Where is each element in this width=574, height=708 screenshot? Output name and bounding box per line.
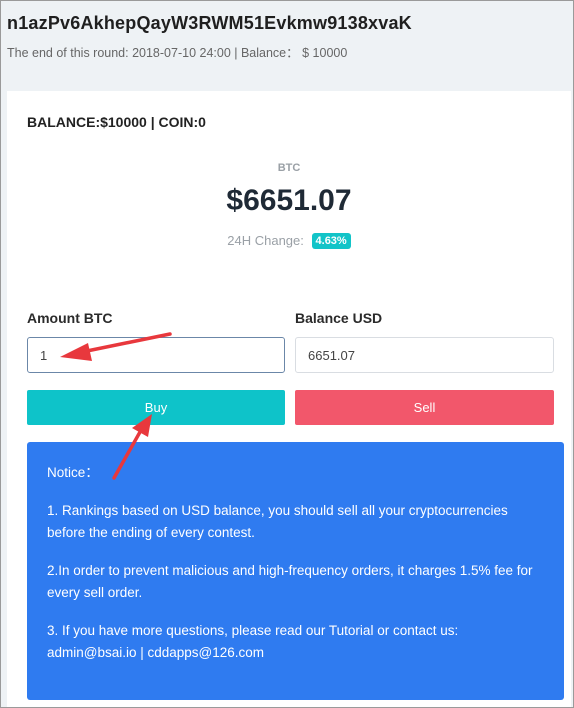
change-label: 24H Change:: [227, 233, 304, 248]
balance-label: Balance USD: [295, 310, 383, 326]
amount-label: Amount BTC: [27, 310, 113, 326]
coin-symbol: BTC: [277, 162, 301, 174]
notice-panel: Notice： 1. Rankings based on USD balance…: [27, 442, 564, 700]
notice-item: 2.In order to prevent malicious and high…: [47, 563, 533, 600]
change-row: 24H Change: 4.63%: [7, 233, 571, 249]
coin-price: $6651.07: [226, 184, 352, 217]
window-frame: n1azPv6AkhepQayW3RWM51Evkmw9138xvaK The …: [0, 0, 574, 708]
balance-input[interactable]: [295, 337, 554, 373]
amount-input[interactable]: [27, 337, 285, 373]
sell-button[interactable]: Sell: [295, 390, 554, 425]
notice-title: Notice：: [47, 465, 99, 480]
round-header: n1azPv6AkhepQayW3RWM51Evkmw9138xvaK The …: [1, 1, 573, 91]
change-badge: 4.63%: [311, 233, 351, 249]
wallet-summary: BALANCE:$10000 | COIN:0: [27, 114, 206, 130]
buy-button[interactable]: Buy: [27, 390, 285, 425]
trading-card: BALANCE:$10000 | COIN:0 BTC $6651.07 24H…: [7, 91, 571, 707]
notice-item: 3. If you have more questions, please re…: [47, 623, 459, 660]
notice-item: 1. Rankings based on USD balance, you sh…: [47, 503, 508, 540]
round-info-text: The end of this round: 2018-07-10 24:00 …: [7, 46, 348, 60]
room-id-title: n1azPv6AkhepQayW3RWM51Evkmw9138xvaK: [7, 13, 412, 33]
